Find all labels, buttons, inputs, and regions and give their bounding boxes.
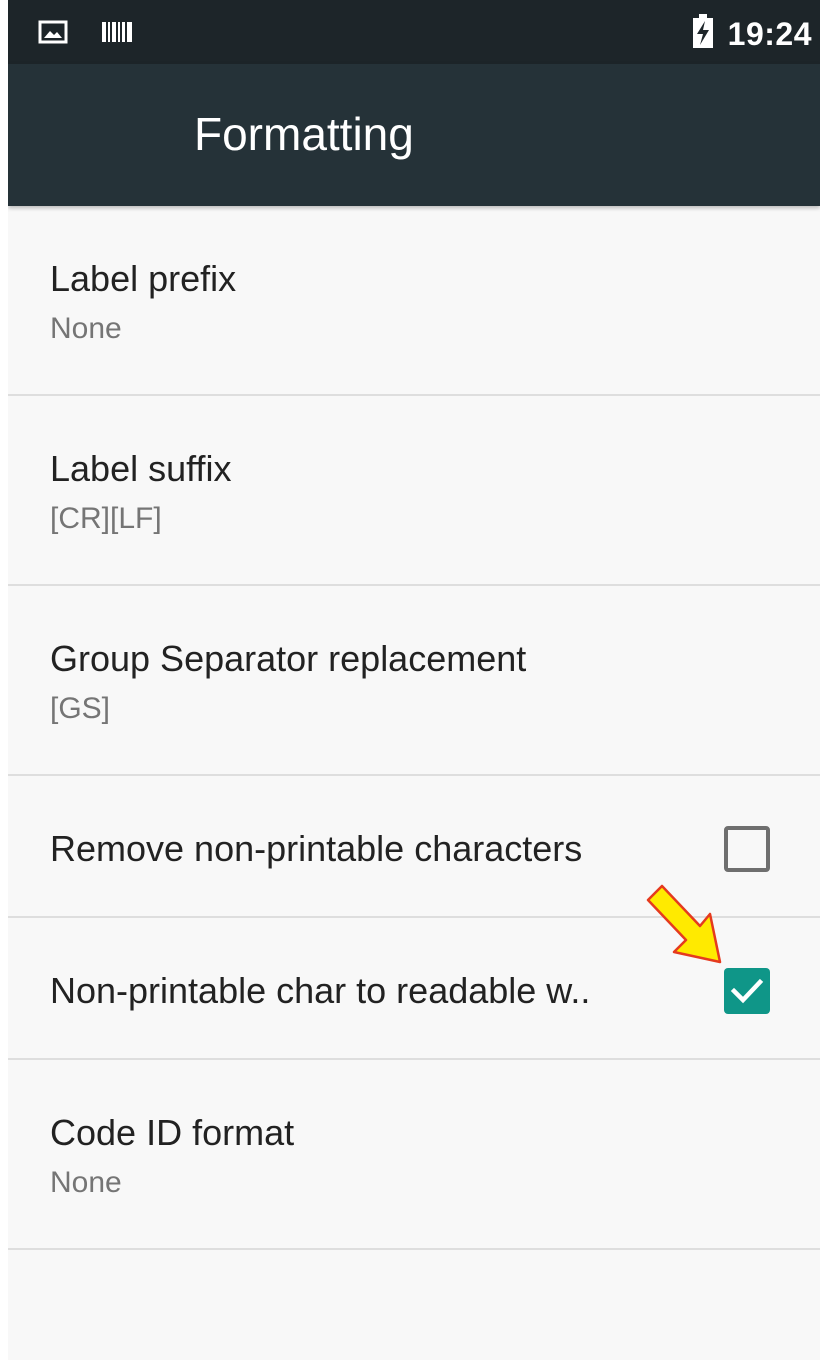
page-title: Formatting: [194, 108, 414, 160]
settings-list: Label prefix None Label suffix [CR][LF] …: [8, 206, 820, 1250]
setting-title: Remove non-printable characters: [50, 828, 583, 869]
setting-title: Non-printable char to readable w..: [50, 970, 591, 1011]
status-bar: 19:24: [8, 0, 820, 64]
status-notifications: [38, 20, 134, 49]
battery-charging-icon: [692, 14, 714, 53]
setting-summary: [GS]: [50, 692, 111, 725]
app-bar: Formatting: [8, 64, 820, 206]
status-system: 19:24: [692, 14, 812, 53]
screen: 19:24 Formatting Label prefix None Label…: [8, 0, 820, 1360]
setting-label-prefix[interactable]: Label prefix None: [8, 206, 820, 396]
setting-title: Label suffix: [50, 448, 232, 489]
status-time: 19:24: [727, 15, 812, 52]
non-printable-readable-checkbox[interactable]: [724, 968, 770, 1014]
checkmark-icon: [730, 978, 764, 1004]
setting-label-suffix[interactable]: Label suffix [CR][LF]: [8, 396, 820, 586]
setting-title: Group Separator replacement: [50, 638, 527, 679]
setting-summary: [CR][LF]: [50, 502, 162, 535]
image-icon: [38, 20, 68, 49]
setting-code-id-format[interactable]: Code ID format None: [8, 1060, 820, 1250]
barcode-icon: [102, 20, 134, 49]
setting-summary: None: [50, 312, 122, 345]
annotation-arrow-icon: [646, 884, 722, 964]
setting-title: Code ID format: [50, 1112, 295, 1153]
setting-group-separator-replacement[interactable]: Group Separator replacement [GS]: [8, 586, 820, 776]
remove-non-printable-checkbox[interactable]: [724, 826, 770, 872]
setting-summary: None: [50, 1166, 122, 1199]
setting-title: Label prefix: [50, 258, 237, 299]
